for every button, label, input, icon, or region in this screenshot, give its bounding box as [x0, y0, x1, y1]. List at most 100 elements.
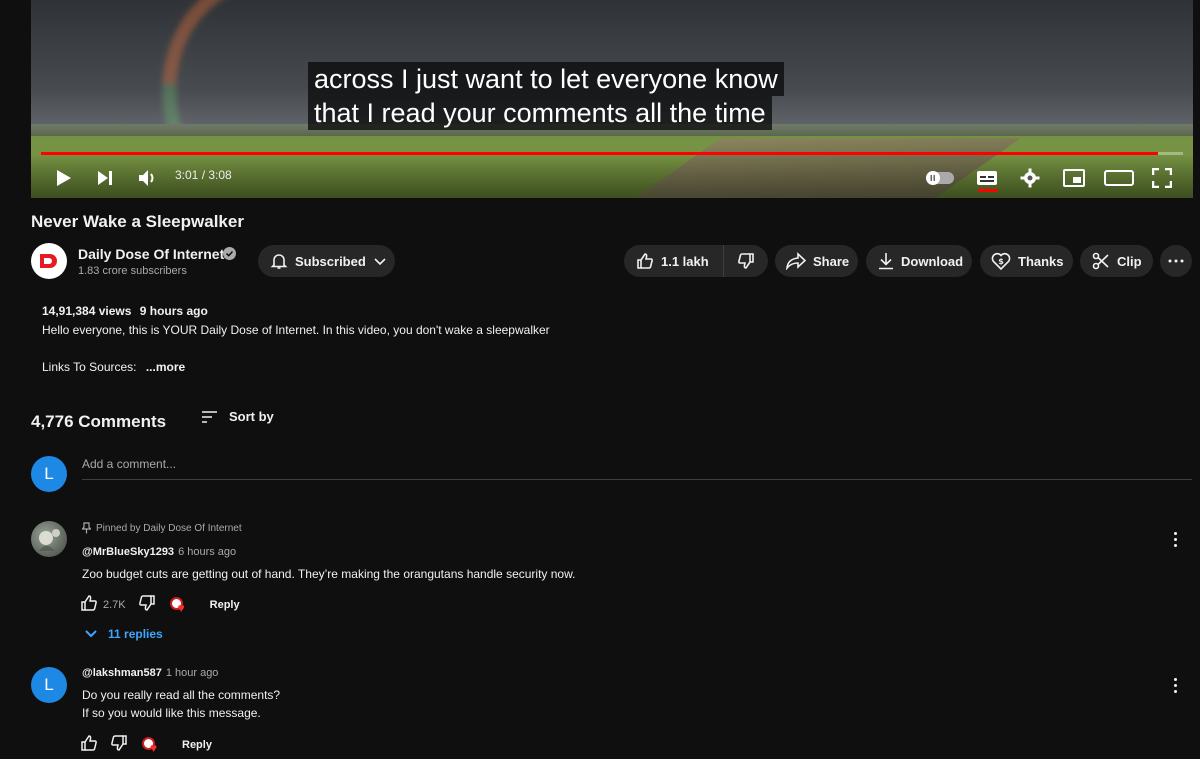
comment-like-button[interactable] — [80, 734, 98, 755]
comment-header: @lakshman587 1 hour ago — [82, 667, 218, 679]
download-icon — [879, 253, 893, 270]
description-more-button[interactable]: ...more — [146, 360, 185, 374]
comment-header: @MrBlueSky1293 6 hours ago — [82, 546, 236, 558]
miniplayer-button[interactable] — [1060, 164, 1088, 192]
reply-button[interactable]: Reply — [210, 599, 240, 611]
more-actions-button[interactable] — [1160, 245, 1192, 277]
share-button[interactable]: Share — [775, 245, 858, 277]
add-comment-input[interactable]: Add a comment... — [82, 456, 1192, 480]
theater-button[interactable] — [1103, 164, 1135, 192]
comments-count: 4,776 Comments — [31, 412, 167, 431]
next-icon — [98, 171, 112, 185]
heart-icon: ♥ — [150, 740, 158, 755]
share-icon — [786, 252, 806, 270]
heart-icon: ♥ — [177, 600, 185, 615]
time-display: 3:01 / 3:08 — [175, 168, 232, 182]
subtitles-active-indicator — [978, 189, 998, 192]
volume-button[interactable] — [134, 164, 162, 192]
thanks-icon: $ — [991, 252, 1011, 270]
comment-menu-button[interactable] — [1167, 529, 1183, 549]
comment-author-avatar[interactable]: L — [31, 667, 67, 703]
current-user-avatar: L — [31, 456, 67, 492]
progress-bar[interactable] — [41, 152, 1183, 155]
download-button[interactable]: Download — [866, 245, 972, 277]
thumbs-down-icon — [111, 735, 127, 751]
thumbs-down-icon — [138, 595, 155, 611]
links-label: Links To Sources: — [42, 360, 137, 374]
comment-text-line: Do you really read all the comments? — [82, 688, 281, 702]
like-button[interactable]: 1.1 lakh — [624, 245, 724, 277]
comment-time[interactable]: 6 hours ago — [178, 546, 236, 558]
comment-menu-button[interactable] — [1167, 675, 1183, 695]
video-player[interactable]: across I just want to let everyone know … — [31, 0, 1193, 198]
sort-by-label: Sort by — [229, 409, 274, 424]
captions: across I just want to let everyone know … — [308, 62, 784, 130]
comment-like-button[interactable] — [80, 594, 98, 615]
dislike-button[interactable] — [724, 245, 768, 277]
channel-name[interactable]: Daily Dose Of Internet — [78, 246, 224, 262]
comment-author[interactable]: @lakshman587 — [82, 667, 162, 679]
autoplay-toggle-icon — [926, 171, 954, 185]
view-replies-button[interactable]: 11 replies — [84, 627, 163, 641]
fullscreen-icon — [1152, 168, 1172, 188]
channel-avatar[interactable] — [31, 243, 67, 279]
comment-time[interactable]: 1 hour ago — [166, 667, 219, 679]
more-icon — [1168, 259, 1184, 263]
avatar-photo-icon — [39, 529, 60, 551]
description-text: Hello everyone, this is YOUR Daily Dose … — [42, 323, 550, 337]
comment-dislike-button[interactable] — [110, 734, 128, 755]
subscribed-button[interactable]: Subscribed — [258, 245, 395, 277]
thumbs-up-icon — [637, 253, 653, 269]
thanks-button[interactable]: $ Thanks — [980, 245, 1073, 277]
caption-line: that I read your comments all the time — [308, 96, 772, 130]
comment-text-line: If so you would like this message. — [82, 706, 261, 720]
description-links-line: Links To Sources: ...more — [42, 360, 185, 374]
pin-icon — [82, 522, 91, 534]
pinned-text: Pinned by Daily Dose Of Internet — [96, 522, 242, 534]
theater-icon — [1104, 170, 1134, 186]
comment-dislike-button[interactable] — [138, 594, 156, 615]
chevron-down-icon — [85, 630, 97, 638]
autoplay-toggle[interactable] — [925, 164, 955, 192]
volume-icon — [139, 170, 154, 186]
comment-author[interactable]: @MrBlueSky1293 — [82, 546, 174, 558]
clip-button[interactable]: Clip — [1080, 245, 1153, 277]
next-button[interactable] — [91, 164, 119, 192]
video-title: Never Wake a Sleepwalker — [31, 212, 244, 231]
upload-age: 9 hours ago — [139, 304, 208, 318]
svg-text:$: $ — [998, 257, 1004, 266]
comment-author-avatar[interactable] — [31, 521, 67, 557]
comment-text: Zoo budget cuts are getting out of hand.… — [82, 567, 576, 581]
share-label: Share — [813, 253, 850, 269]
thumbs-up-icon — [81, 595, 97, 611]
thumbs-up-icon — [81, 735, 97, 751]
clip-icon — [1092, 252, 1109, 270]
creator-heart-icon: ♥ — [142, 736, 162, 754]
play-button[interactable] — [49, 164, 77, 192]
pinned-label: Pinned by Daily Dose Of Internet — [82, 522, 242, 534]
channel-logo-icon — [35, 247, 63, 275]
settings-button[interactable] — [1016, 164, 1044, 192]
subscriber-count: 1.83 crore subscribers — [78, 265, 187, 277]
download-label: Download — [901, 253, 964, 269]
reply-button[interactable]: Reply — [182, 739, 212, 751]
settings-icon — [1020, 168, 1040, 188]
like-dislike-group: 1.1 lakh — [624, 245, 768, 277]
progress-played — [41, 152, 1158, 155]
like-count: 1.1 lakh — [661, 253, 709, 269]
player-controls: 3:01 / 3:08 — [31, 160, 1193, 194]
subtitles-icon — [977, 171, 997, 185]
sort-icon — [202, 410, 217, 423]
thumbs-down-icon — [738, 253, 754, 269]
comment-actions: ♥ Reply — [80, 734, 212, 755]
description-stats: 14,91,384 views 9 hours ago — [42, 304, 208, 318]
caption-line: across I just want to let everyone know — [308, 62, 784, 96]
subtitles-button[interactable] — [973, 164, 1001, 192]
fullscreen-button[interactable] — [1148, 164, 1176, 192]
sort-by-button[interactable]: Sort by — [201, 409, 274, 424]
chevron-down-icon — [374, 258, 386, 266]
comment-like-count: 2.7K — [103, 598, 126, 611]
view-count: 14,91,384 views — [42, 304, 132, 318]
subscribed-label: Subscribed — [295, 253, 366, 269]
play-icon — [57, 170, 71, 186]
